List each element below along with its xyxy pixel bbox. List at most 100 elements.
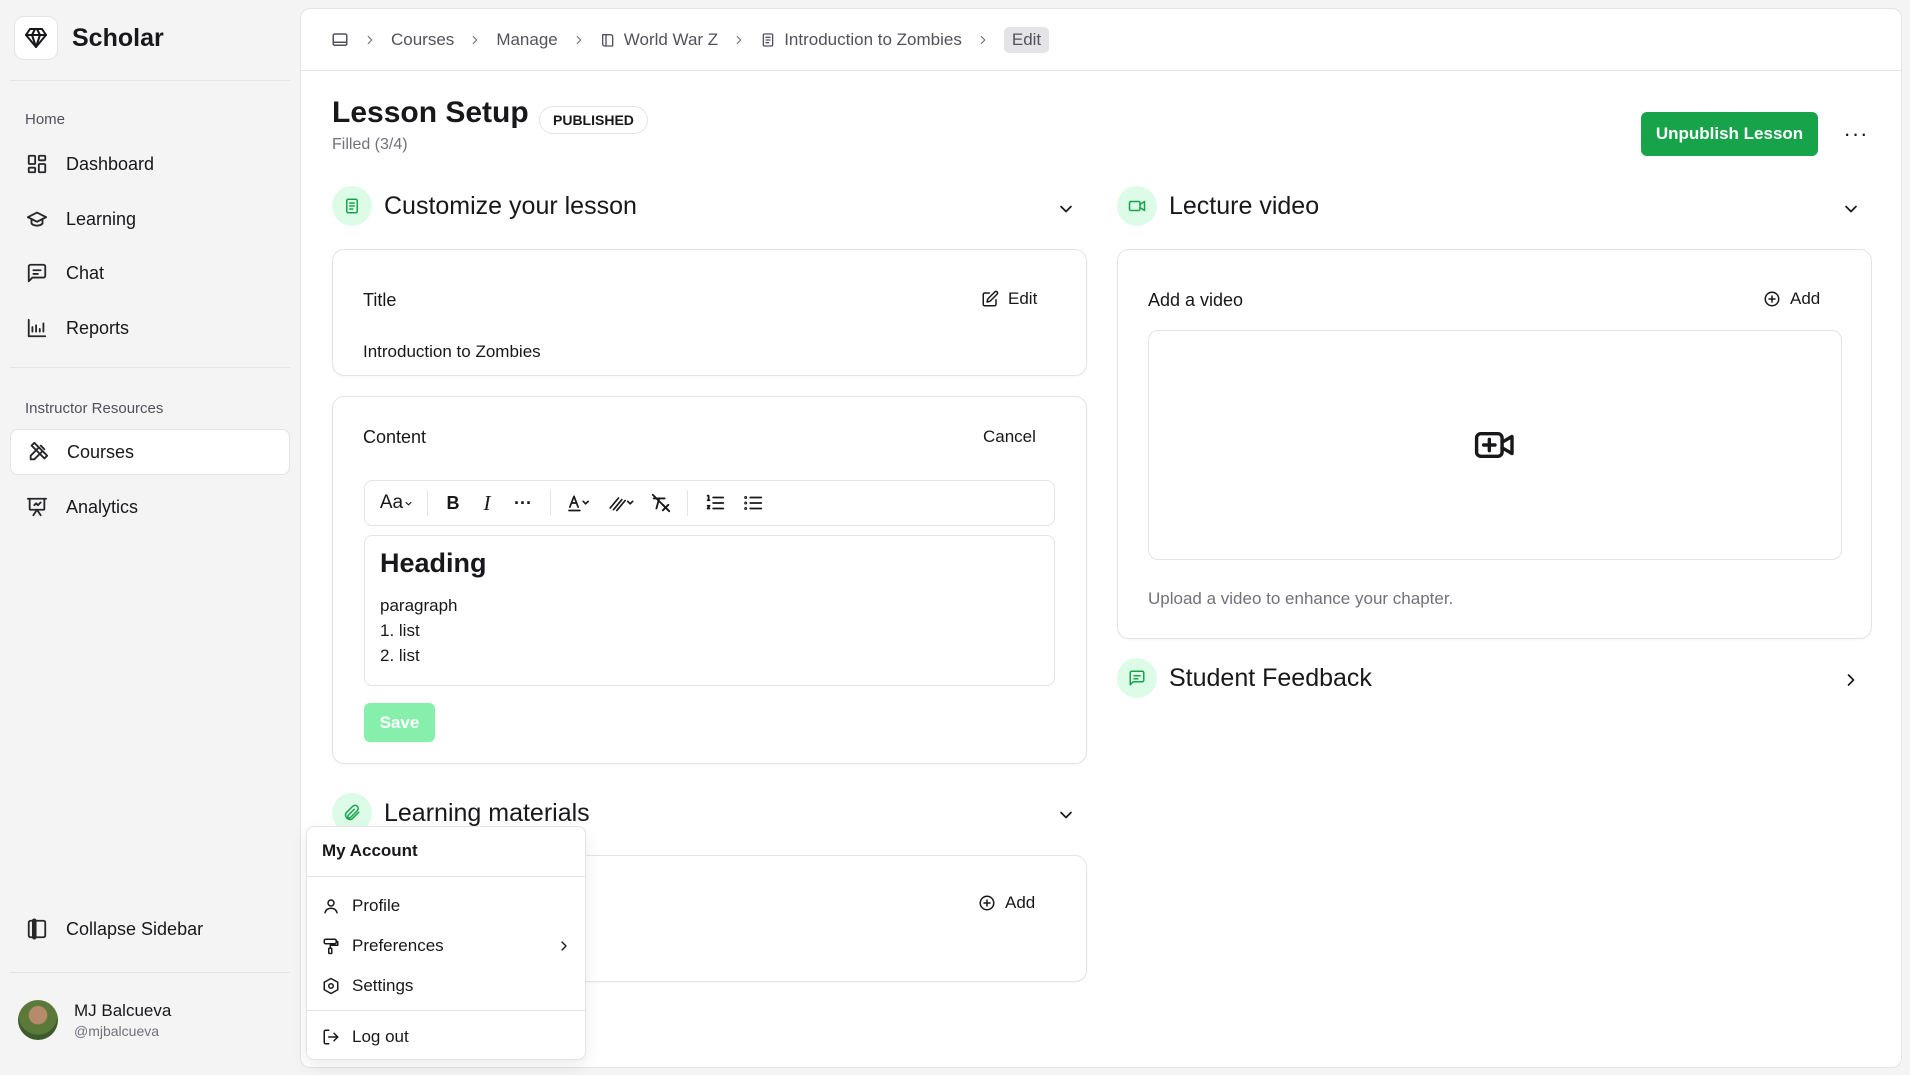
breadcrumb: Courses Manage World War Z Introduction … bbox=[301, 9, 1901, 71]
chart-icon bbox=[26, 317, 48, 339]
title-value: Introduction to Zombies bbox=[363, 342, 541, 361]
brand-name: Scholar bbox=[72, 23, 164, 52]
presentation-icon bbox=[26, 496, 48, 518]
section-customize: Customize your lesson bbox=[332, 186, 637, 226]
menu-item-profile[interactable]: Profile bbox=[322, 889, 572, 923]
breadcrumb-lesson-label: Introduction to Zombies bbox=[784, 29, 962, 49]
chevron-right-icon bbox=[572, 33, 586, 47]
text-color-icon[interactable] bbox=[559, 488, 599, 518]
plus-circle-icon bbox=[978, 894, 996, 912]
more-options-button[interactable]: ··· bbox=[1841, 119, 1871, 149]
section-feedback[interactable]: Student Feedback bbox=[1117, 658, 1372, 698]
content-card: Content Cancel Aa B I ··· Heading paragr… bbox=[332, 396, 1087, 764]
divider bbox=[307, 876, 585, 877]
breadcrumb-courses[interactable]: Courses bbox=[391, 30, 454, 50]
chevron-right-icon bbox=[732, 33, 746, 47]
italic-button[interactable]: I bbox=[470, 488, 504, 518]
chevron-down-icon[interactable] bbox=[1841, 199, 1861, 219]
font-size-dropdown[interactable]: Aa bbox=[375, 488, 419, 518]
menu-item-preferences[interactable]: Preferences bbox=[322, 929, 572, 963]
collapse-sidebar-button[interactable]: Collapse Sidebar bbox=[10, 906, 290, 952]
sidebar-item-chat[interactable]: Chat bbox=[10, 250, 290, 296]
sidebar-item-analytics[interactable]: Analytics bbox=[10, 484, 290, 530]
chevron-right-icon bbox=[976, 33, 990, 47]
clear-format-icon[interactable] bbox=[643, 488, 679, 518]
save-button[interactable]: Save bbox=[364, 703, 435, 742]
sidebar-item-learning[interactable]: Learning bbox=[10, 196, 290, 242]
user-profile[interactable]: MJ Balcueva @mjbalcueva bbox=[18, 1000, 171, 1040]
bold-button[interactable]: B bbox=[436, 488, 470, 518]
chat-icon bbox=[26, 262, 48, 284]
chevron-down-icon[interactable] bbox=[1056, 805, 1076, 825]
dashboard-icon bbox=[26, 153, 48, 175]
divider bbox=[687, 490, 688, 516]
divider bbox=[427, 490, 428, 516]
editor-list-item: 1. list bbox=[380, 621, 420, 640]
add-label: Add bbox=[1790, 289, 1821, 308]
book-icon bbox=[600, 32, 616, 48]
add-video-button[interactable]: Add bbox=[1763, 289, 1820, 309]
logout-icon bbox=[322, 1028, 340, 1046]
rich-text-editor[interactable]: Heading paragraph 1. list 2. list bbox=[364, 535, 1055, 686]
breadcrumb-course[interactable]: World War Z bbox=[600, 30, 718, 50]
edit-title-button[interactable]: Edit bbox=[981, 289, 1037, 309]
ordered-list-icon[interactable] bbox=[696, 488, 734, 518]
user-handle: @mjbalcueva bbox=[74, 1023, 160, 1039]
chevron-right-icon bbox=[363, 33, 377, 47]
sidebar-item-dashboard[interactable]: Dashboard bbox=[10, 141, 290, 187]
gem-logo-icon bbox=[14, 16, 58, 60]
bullet-list-icon[interactable] bbox=[734, 488, 772, 518]
editor-paragraph: paragraph bbox=[380, 596, 458, 615]
plus-circle-icon bbox=[1763, 290, 1781, 308]
editor-list-item: 2. list bbox=[380, 646, 420, 665]
breadcrumb-current: Edit bbox=[1003, 26, 1050, 53]
sidebar-panel-icon[interactable] bbox=[331, 31, 349, 49]
content-label: Content bbox=[363, 427, 427, 447]
user-name: MJ Balcueva bbox=[74, 1001, 172, 1020]
page-title: Lesson Setup bbox=[332, 96, 529, 129]
add-video-label: Add a video bbox=[1148, 290, 1244, 310]
add-label: Add bbox=[1005, 893, 1036, 912]
settings-icon bbox=[322, 977, 340, 995]
menu-item-label: Profile bbox=[352, 896, 401, 915]
filled-progress: Filled (3/4) bbox=[332, 136, 408, 153]
group-label-home: Home bbox=[25, 111, 66, 128]
add-material-button[interactable]: Add bbox=[978, 893, 1035, 913]
sidebar-item-label: Chat bbox=[66, 262, 105, 283]
menu-item-label: Settings bbox=[352, 976, 414, 995]
section-title: Learning materials bbox=[384, 798, 590, 827]
collapse-sidebar-label: Collapse Sidebar bbox=[66, 918, 204, 939]
breadcrumb-manage[interactable]: Manage bbox=[496, 30, 557, 50]
sidebar-item-label: Analytics bbox=[66, 496, 139, 517]
chat-icon bbox=[1117, 658, 1157, 698]
section-title: Student Feedback bbox=[1169, 663, 1372, 692]
divider bbox=[10, 367, 290, 368]
chevron-right-icon[interactable] bbox=[1841, 670, 1861, 690]
more-format-button[interactable]: ··· bbox=[504, 488, 542, 518]
menu-title: My Account bbox=[322, 841, 418, 860]
chevron-down-icon[interactable] bbox=[1056, 199, 1076, 219]
brand[interactable]: Scholar bbox=[14, 16, 164, 60]
title-card: Title Edit Introduction to Zombies bbox=[332, 249, 1087, 376]
sidebar-item-reports[interactable]: Reports bbox=[10, 305, 290, 351]
sidebar-item-label: Learning bbox=[66, 208, 137, 229]
menu-item-logout[interactable]: Log out bbox=[322, 1020, 572, 1054]
editor-heading: Heading bbox=[380, 548, 487, 578]
editor-toolbar: Aa B I ··· bbox=[364, 480, 1055, 526]
video-dropzone[interactable] bbox=[1148, 330, 1842, 560]
unpublish-button[interactable]: Unpublish Lesson bbox=[1641, 112, 1818, 156]
cancel-button[interactable]: Cancel bbox=[983, 427, 1036, 447]
menu-item-label: Preferences bbox=[352, 936, 444, 955]
graduation-cap-icon bbox=[26, 208, 48, 230]
highlight-icon[interactable] bbox=[599, 488, 643, 518]
sidebar-item-courses[interactable]: Courses bbox=[10, 429, 290, 475]
menu-item-settings[interactable]: Settings bbox=[322, 969, 572, 1003]
title-label: Title bbox=[363, 290, 397, 310]
menu-item-label: Log out bbox=[352, 1027, 409, 1046]
group-label-instructor: Instructor Resources bbox=[25, 400, 164, 417]
section-title: Lecture video bbox=[1169, 191, 1320, 220]
document-icon bbox=[760, 32, 776, 48]
breadcrumb-lesson[interactable]: Introduction to Zombies bbox=[760, 30, 962, 50]
divider bbox=[10, 80, 290, 81]
edit-icon bbox=[981, 290, 999, 308]
